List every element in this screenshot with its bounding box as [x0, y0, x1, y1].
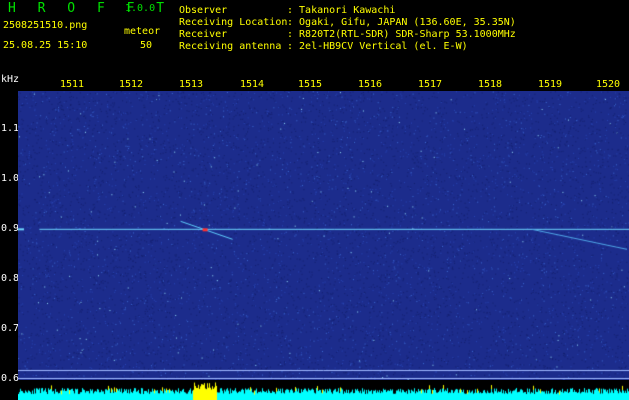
x-tick: 1511: [60, 79, 85, 90]
file-name: 2508251510.png: [3, 20, 88, 31]
y-tick: 0.9: [1, 223, 20, 234]
antenna-value: : 2el-HB9CV Vertical (el. E-W): [287, 41, 468, 52]
info-header: H R O F F T 1.0.0 2508251510.png 25.08.2…: [0, 0, 629, 58]
meteor-label: meteor: [124, 26, 161, 37]
y-axis-unit: kHz: [1, 74, 20, 85]
y-tick: 1.1: [1, 123, 20, 134]
x-tick: 1517: [418, 79, 443, 90]
x-tick: 1515: [298, 79, 323, 90]
spectrogram-plot: [18, 91, 629, 380]
power-strip: [18, 380, 629, 400]
x-tick: 1516: [358, 79, 383, 90]
location-label: Receiving Location: [179, 17, 288, 28]
x-tick: 1518: [478, 79, 503, 90]
x-tick: 1513: [179, 79, 204, 90]
antenna-label: Receiving antenna: [179, 41, 282, 52]
x-tick: 1514: [240, 79, 265, 90]
x-tick: 1519: [538, 79, 563, 90]
location-value: : Ogaki, Gifu, JAPAN (136.60E, 35.35N): [287, 17, 516, 28]
date-time: 25.08.25 15:10: [3, 40, 88, 51]
x-tick: 1512: [119, 79, 144, 90]
receiver-value: : R820T2(RTL-SDR) SDR-Sharp 53.1000MHz: [287, 29, 516, 40]
y-tick: 0.7: [1, 323, 20, 334]
observer-label: Observer: [179, 5, 228, 16]
observer-value: : Takanori Kawachi: [287, 5, 396, 16]
receiver-label: Receiver: [179, 29, 228, 40]
x-tick: 1520: [596, 79, 621, 90]
y-tick: 0.8: [1, 273, 20, 284]
meteor-count: 50: [140, 40, 153, 51]
app-version: 1.0.0: [125, 3, 156, 14]
y-tick: 0.6: [1, 373, 20, 384]
y-tick: 1.0: [1, 173, 20, 184]
